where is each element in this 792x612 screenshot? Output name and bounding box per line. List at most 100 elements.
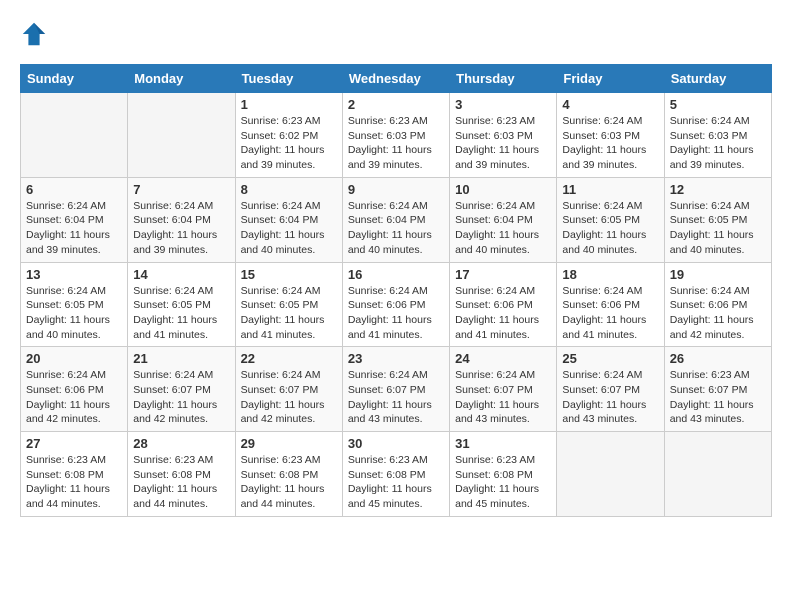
cell-content: Sunrise: 6:24 AM Sunset: 6:03 PM Dayligh… — [670, 114, 766, 173]
cell-content: Sunrise: 6:23 AM Sunset: 6:07 PM Dayligh… — [670, 368, 766, 427]
day-number: 7 — [133, 182, 229, 197]
day-number: 31 — [455, 436, 551, 451]
day-number: 6 — [26, 182, 122, 197]
calendar-cell: 8Sunrise: 6:24 AM Sunset: 6:04 PM Daylig… — [235, 177, 342, 262]
calendar-cell — [557, 432, 664, 517]
day-number: 8 — [241, 182, 337, 197]
day-number: 11 — [562, 182, 658, 197]
calendar-cell: 14 Sunrise: 6:24 AM Sunset: 6:05 PM Dayli… — [128, 262, 235, 347]
calendar-header-monday: Monday — [128, 65, 235, 93]
day-number: 20 — [26, 351, 122, 366]
calendar-header-thursday: Thursday — [450, 65, 557, 93]
logo-icon — [20, 20, 48, 48]
calendar-cell — [21, 93, 128, 178]
calendar-cell: 22 Sunrise: 6:24 AM Sunset: 6:07 PM Dayli… — [235, 347, 342, 432]
calendar-week-row: 20 Sunrise: 6:24 AM Sunset: 6:06 PM Dayli… — [21, 347, 772, 432]
cell-content: Sunrise: 6:24 AM Sunset: 6:05 PM Dayligh… — [26, 284, 122, 343]
cell-content: Sunrise: 6:24 AM Sunset: 6:03 PM Dayligh… — [562, 114, 658, 173]
cell-content: Sunrise: 6:23 AM Sunset: 6:08 PM Dayligh… — [348, 453, 444, 512]
cell-content: Sunrise: 6:24 AM Sunset: 6:07 PM Dayligh… — [455, 368, 551, 427]
calendar-cell: 5 Sunrise: 6:24 AM Sunset: 6:03 PM Daylig… — [664, 93, 771, 178]
day-number: 10 — [455, 182, 551, 197]
cell-content: Sunrise: 6:23 AM Sunset: 6:08 PM Dayligh… — [133, 453, 229, 512]
cell-content: Sunrise: 6:24 AM Sunset: 6:04 PM Dayligh… — [455, 199, 551, 258]
day-number: 5 — [670, 97, 766, 112]
calendar-table: SundayMondayTuesdayWednesdayThursdayFrid… — [20, 64, 772, 517]
cell-content: Sunrise: 6:23 AM Sunset: 6:03 PM Dayligh… — [348, 114, 444, 173]
day-number: 25 — [562, 351, 658, 366]
calendar-week-row: 13Sunrise: 6:24 AM Sunset: 6:05 PM Dayli… — [21, 262, 772, 347]
day-number: 18 — [562, 267, 658, 282]
cell-content: Sunrise: 6:24 AM Sunset: 6:06 PM Dayligh… — [26, 368, 122, 427]
day-number: 22 — [241, 351, 337, 366]
day-number: 14 — [133, 267, 229, 282]
cell-content: Sunrise: 6:23 AM Sunset: 6:03 PM Dayligh… — [455, 114, 551, 173]
cell-content: Sunrise: 6:24 AM Sunset: 6:07 PM Dayligh… — [241, 368, 337, 427]
day-number: 27 — [26, 436, 122, 451]
cell-content: Sunrise: 6:23 AM Sunset: 6:02 PM Dayligh… — [241, 114, 337, 173]
cell-content: Sunrise: 6:24 AM Sunset: 6:05 PM Dayligh… — [133, 284, 229, 343]
calendar-cell: 16 Sunrise: 6:24 AM Sunset: 6:06 PM Dayli… — [342, 262, 449, 347]
cell-content: Sunrise: 6:24 AM Sunset: 6:06 PM Dayligh… — [455, 284, 551, 343]
page-header — [20, 20, 772, 48]
calendar-header-tuesday: Tuesday — [235, 65, 342, 93]
calendar-cell: 3Sunrise: 6:23 AM Sunset: 6:03 PM Daylig… — [450, 93, 557, 178]
calendar-cell: 9Sunrise: 6:24 AM Sunset: 6:04 PM Daylig… — [342, 177, 449, 262]
calendar-cell: 24 Sunrise: 6:24 AM Sunset: 6:07 PM Dayli… — [450, 347, 557, 432]
day-number: 24 — [455, 351, 551, 366]
cell-content: Sunrise: 6:23 AM Sunset: 6:08 PM Dayligh… — [241, 453, 337, 512]
calendar-week-row: 6 Sunrise: 6:24 AM Sunset: 6:04 PM Daylig… — [21, 177, 772, 262]
cell-content: Sunrise: 6:24 AM Sunset: 6:06 PM Dayligh… — [670, 284, 766, 343]
calendar-cell: 1Sunrise: 6:23 AM Sunset: 6:02 PM Daylig… — [235, 93, 342, 178]
calendar-cell: 27 Sunrise: 6:23 AM Sunset: 6:08 PM Dayli… — [21, 432, 128, 517]
calendar-cell: 18 Sunrise: 6:24 AM Sunset: 6:06 PM Dayli… — [557, 262, 664, 347]
cell-content: Sunrise: 6:24 AM Sunset: 6:07 PM Dayligh… — [133, 368, 229, 427]
calendar-cell: 26Sunrise: 6:23 AM Sunset: 6:07 PM Dayli… — [664, 347, 771, 432]
day-number: 28 — [133, 436, 229, 451]
calendar-cell: 12 Sunrise: 6:24 AM Sunset: 6:05 PM Dayli… — [664, 177, 771, 262]
cell-content: Sunrise: 6:24 AM Sunset: 6:04 PM Dayligh… — [26, 199, 122, 258]
logo — [20, 20, 52, 48]
day-number: 17 — [455, 267, 551, 282]
cell-content: Sunrise: 6:24 AM Sunset: 6:07 PM Dayligh… — [562, 368, 658, 427]
day-number: 16 — [348, 267, 444, 282]
calendar-cell: 20 Sunrise: 6:24 AM Sunset: 6:06 PM Dayli… — [21, 347, 128, 432]
calendar-header-row: SundayMondayTuesdayWednesdayThursdayFrid… — [21, 65, 772, 93]
calendar-cell: 17 Sunrise: 6:24 AM Sunset: 6:06 PM Dayli… — [450, 262, 557, 347]
day-number: 4 — [562, 97, 658, 112]
day-number: 15 — [241, 267, 337, 282]
cell-content: Sunrise: 6:24 AM Sunset: 6:05 PM Dayligh… — [241, 284, 337, 343]
calendar-header-sunday: Sunday — [21, 65, 128, 93]
calendar-cell — [664, 432, 771, 517]
day-number: 2 — [348, 97, 444, 112]
calendar-cell: 15 Sunrise: 6:24 AM Sunset: 6:05 PM Dayli… — [235, 262, 342, 347]
calendar-header-wednesday: Wednesday — [342, 65, 449, 93]
calendar-header-friday: Friday — [557, 65, 664, 93]
day-number: 19 — [670, 267, 766, 282]
cell-content: Sunrise: 6:24 AM Sunset: 6:05 PM Dayligh… — [562, 199, 658, 258]
calendar-cell: 31Sunrise: 6:23 AM Sunset: 6:08 PM Dayli… — [450, 432, 557, 517]
cell-content: Sunrise: 6:24 AM Sunset: 6:06 PM Dayligh… — [562, 284, 658, 343]
calendar-week-row: 27 Sunrise: 6:23 AM Sunset: 6:08 PM Dayli… — [21, 432, 772, 517]
day-number: 23 — [348, 351, 444, 366]
calendar-cell: 13Sunrise: 6:24 AM Sunset: 6:05 PM Dayli… — [21, 262, 128, 347]
calendar-cell: 2 Sunrise: 6:23 AM Sunset: 6:03 PM Daylig… — [342, 93, 449, 178]
cell-content: Sunrise: 6:23 AM Sunset: 6:08 PM Dayligh… — [26, 453, 122, 512]
day-number: 12 — [670, 182, 766, 197]
calendar-cell: 30Sunrise: 6:23 AM Sunset: 6:08 PM Dayli… — [342, 432, 449, 517]
calendar-cell: 19 Sunrise: 6:24 AM Sunset: 6:06 PM Dayli… — [664, 262, 771, 347]
calendar-cell: 11 Sunrise: 6:24 AM Sunset: 6:05 PM Dayli… — [557, 177, 664, 262]
calendar-cell: 25 Sunrise: 6:24 AM Sunset: 6:07 PM Dayli… — [557, 347, 664, 432]
cell-content: Sunrise: 6:24 AM Sunset: 6:05 PM Dayligh… — [670, 199, 766, 258]
calendar-cell: 29Sunrise: 6:23 AM Sunset: 6:08 PM Dayli… — [235, 432, 342, 517]
calendar-cell: 23Sunrise: 6:24 AM Sunset: 6:07 PM Dayli… — [342, 347, 449, 432]
cell-content: Sunrise: 6:24 AM Sunset: 6:04 PM Dayligh… — [133, 199, 229, 258]
calendar-header-saturday: Saturday — [664, 65, 771, 93]
cell-content: Sunrise: 6:24 AM Sunset: 6:06 PM Dayligh… — [348, 284, 444, 343]
calendar-cell: 28 Sunrise: 6:23 AM Sunset: 6:08 PM Dayli… — [128, 432, 235, 517]
calendar-week-row: 1Sunrise: 6:23 AM Sunset: 6:02 PM Daylig… — [21, 93, 772, 178]
calendar-cell: 7 Sunrise: 6:24 AM Sunset: 6:04 PM Daylig… — [128, 177, 235, 262]
day-number: 9 — [348, 182, 444, 197]
calendar-cell — [128, 93, 235, 178]
calendar-cell: 21Sunrise: 6:24 AM Sunset: 6:07 PM Dayli… — [128, 347, 235, 432]
